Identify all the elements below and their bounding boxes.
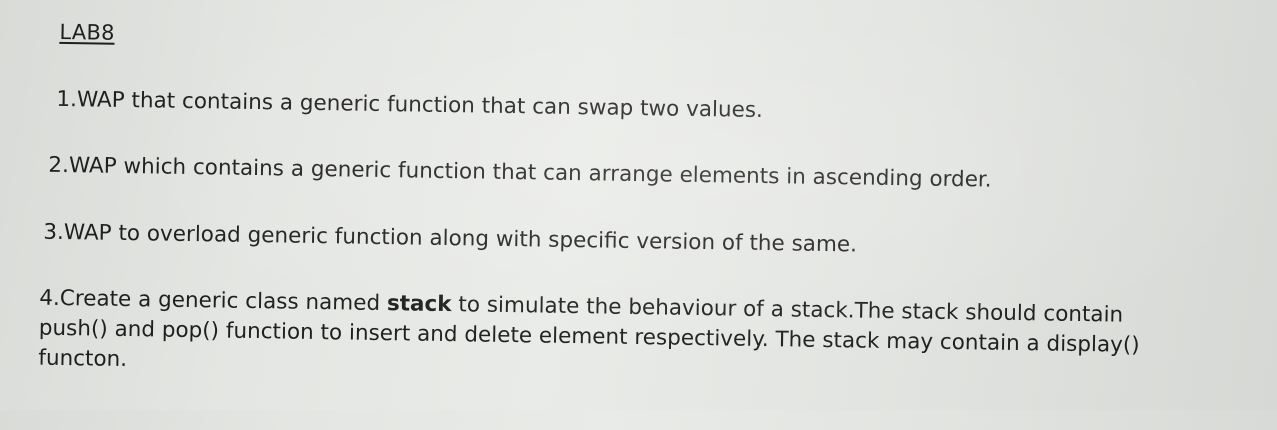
document-page: LAB8 1.WAP that contains a generic funct… (0, 0, 1277, 430)
question-3: 3.WAP to overload generic function along… (43, 219, 858, 258)
question-2: 2.WAP which contains a generic function … (48, 152, 992, 193)
lab-title: LAB8 (59, 19, 115, 45)
question-4-keyword: stack (386, 291, 452, 318)
question-4: 4.Create a generic class named stack to … (38, 284, 1140, 391)
question-1: 1.WAP that contains a generic function t… (56, 86, 764, 123)
question-4-prefix: 4.Create a generic class named (39, 285, 388, 317)
